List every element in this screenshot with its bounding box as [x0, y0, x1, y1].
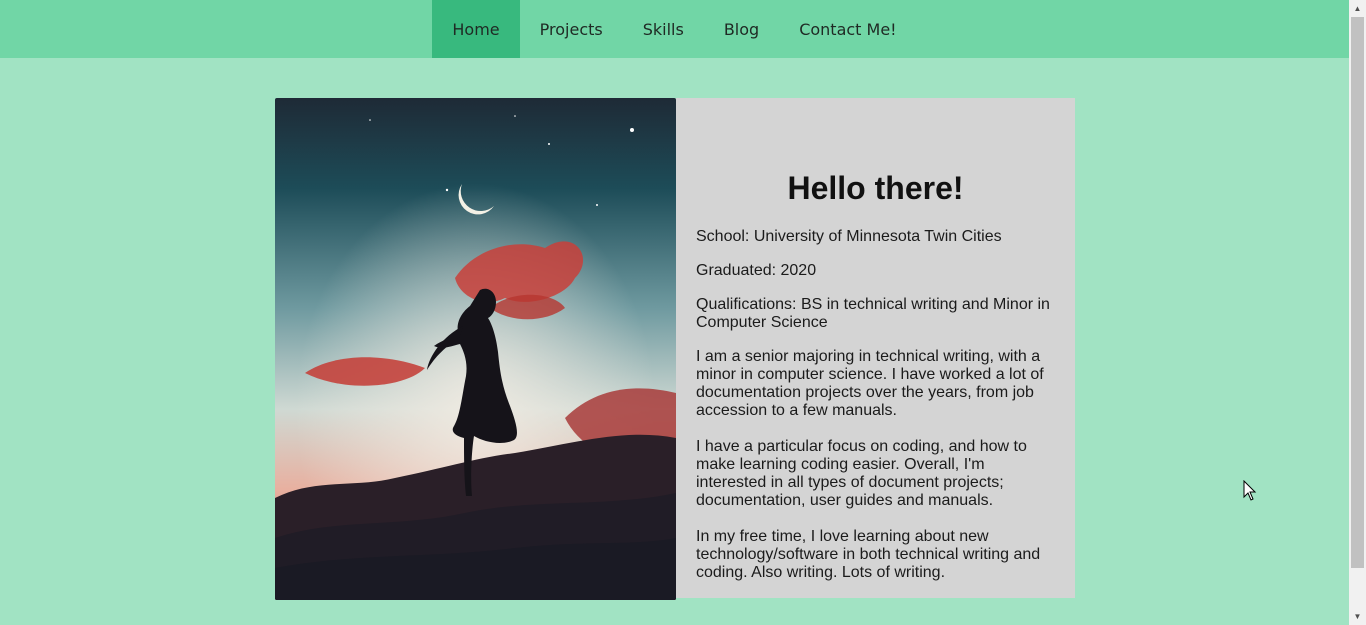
nav-menu: Home Projects Skills Blog Contact Me! — [432, 0, 916, 58]
profile-bio-3: In my free time, I love learning about n… — [696, 528, 1041, 581]
profile-qualifications: Qualifications: BS in technical writing … — [696, 296, 1050, 331]
page: Home Projects Skills Blog Contact Me! He… — [0, 0, 1366, 625]
profile-school: School: University of Minnesota Twin Cit… — [696, 228, 1002, 245]
scroll-thumb[interactable] — [1351, 17, 1364, 568]
profile-bio-1: I am a senior majoring in technical writ… — [696, 348, 1044, 419]
profile-graduated: Graduated: 2020 — [696, 262, 817, 279]
nav-home[interactable]: Home — [432, 0, 520, 58]
nav-blog[interactable]: Blog — [704, 0, 779, 58]
profile-bio-2: I have a particular focus on coding, and… — [696, 438, 1027, 509]
mouse-pointer-icon — [1243, 480, 1257, 501]
profile-card: Hello there! School: University of Minne… — [275, 98, 1075, 600]
profile-photo — [275, 98, 676, 600]
scroll-up-icon[interactable]: ▲ — [1349, 0, 1366, 17]
profile-heading: Hello there! — [787, 170, 964, 206]
vertical-scrollbar[interactable]: ▲ ▼ — [1349, 0, 1366, 625]
top-navbar: Home Projects Skills Blog Contact Me! — [0, 0, 1349, 58]
nav-contact[interactable]: Contact Me! — [779, 0, 916, 58]
profile-info: Hello there! School: University of Minne… — [676, 98, 1075, 598]
nav-skills[interactable]: Skills — [623, 0, 704, 58]
nav-projects[interactable]: Projects — [520, 0, 623, 58]
scroll-down-icon[interactable]: ▼ — [1349, 608, 1366, 625]
